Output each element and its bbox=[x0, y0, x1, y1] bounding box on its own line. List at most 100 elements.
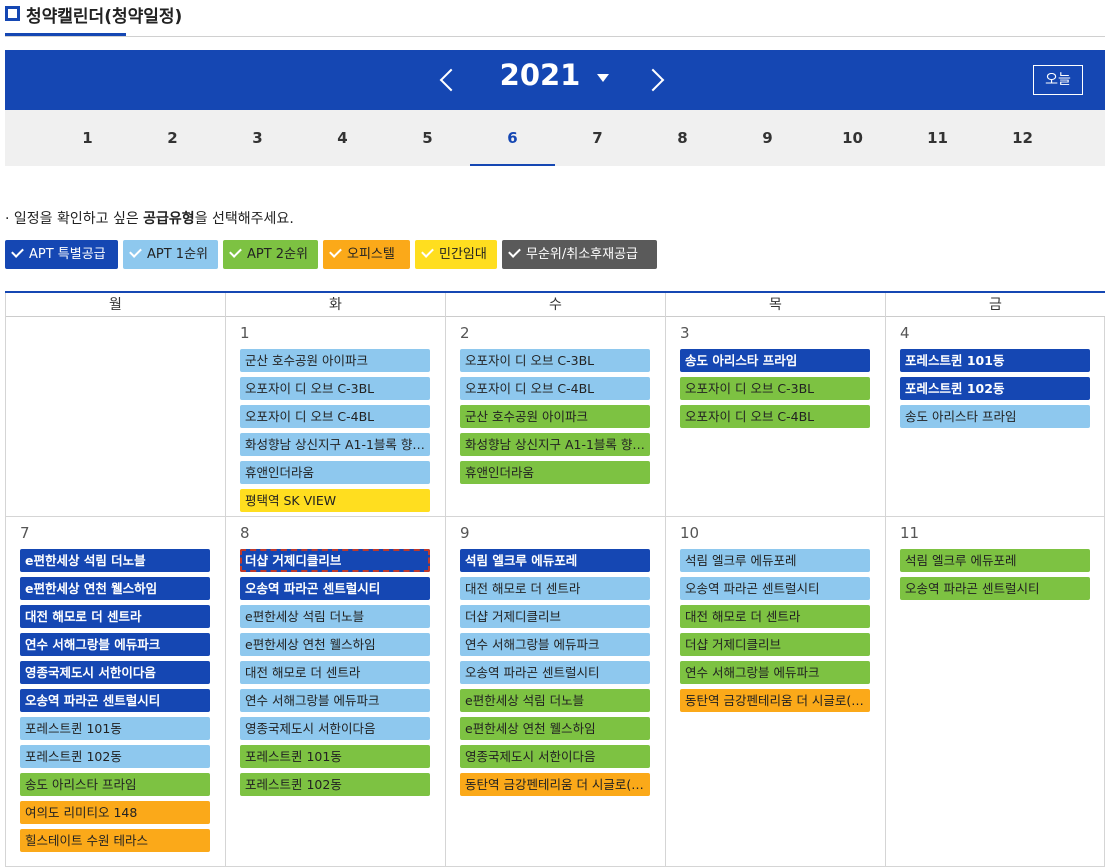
schedule-event[interactable]: 영종국제도시 서한이다음 bbox=[20, 661, 210, 684]
filter-2[interactable]: APT 2순위 bbox=[223, 240, 318, 269]
weekday-header: 수 bbox=[445, 293, 665, 317]
filter-3[interactable]: 오피스텔 bbox=[323, 240, 410, 269]
instruction-text: · 일정을 확인하고 싶은 bbox=[5, 211, 144, 227]
prev-year-chevron-icon[interactable] bbox=[439, 68, 463, 92]
month-tab-5[interactable]: 5 bbox=[385, 110, 470, 166]
schedule-event[interactable]: 더샵 거제디클리브 bbox=[680, 633, 870, 656]
schedule-event[interactable]: 휴앤인더라움 bbox=[240, 461, 430, 484]
page-title: 청약캘린더(청약일정) bbox=[26, 7, 183, 27]
title-square-icon bbox=[5, 6, 20, 21]
filter-label: APT 1순위 bbox=[147, 247, 208, 262]
schedule-event[interactable]: 평택역 SK VIEW bbox=[240, 489, 430, 512]
schedule-event[interactable]: e편한세상 연천 웰스하임 bbox=[460, 717, 650, 740]
calendar-day-cell: 10 석림 엘크루 에듀포레 오송역 파라곤 센트럴시티 대전 해모로 더 센트라 더샵… bbox=[665, 517, 885, 867]
schedule-event[interactable]: e편한세상 연천 웰스하임 bbox=[20, 577, 210, 600]
filter-label: 민간임대 bbox=[439, 247, 487, 262]
schedule-event[interactable]: e편한세상 석림 더노블 bbox=[460, 689, 650, 712]
schedule-event[interactable]: 화성향남 상신지구 A1-1블록 향… bbox=[240, 433, 430, 456]
schedule-event[interactable]: 대전 해모로 더 센트라 bbox=[460, 577, 650, 600]
month-tab-9[interactable]: 9 bbox=[725, 110, 810, 166]
schedule-event[interactable]: 송도 아리스타 프라임 bbox=[680, 349, 870, 372]
schedule-event[interactable]: 오포자이 디 오브 C-4BL bbox=[460, 377, 650, 400]
schedule-event[interactable]: 오포자이 디 오브 C-3BL bbox=[680, 377, 870, 400]
schedule-event[interactable]: 포레스트퀸 101동 bbox=[20, 717, 210, 740]
check-icon bbox=[229, 245, 242, 258]
day-number: 1 bbox=[240, 324, 250, 342]
weekday-header: 금 bbox=[885, 293, 1105, 317]
calendar-day-cell: 7 e편한세상 석림 더노블 e편한세상 연천 웰스하임 대전 해모로 더 센트라 연수… bbox=[5, 517, 225, 867]
schedule-event[interactable]: 오송역 파라곤 센트럴시티 bbox=[680, 577, 870, 600]
month-tab-4[interactable]: 4 bbox=[300, 110, 385, 166]
month-tab-6[interactable]: 6 bbox=[470, 110, 555, 166]
weekday-header: 목 bbox=[665, 293, 885, 317]
schedule-event[interactable]: 포레스트퀸 102동 bbox=[20, 745, 210, 768]
schedule-event[interactable]: 포레스트퀸 102동 bbox=[900, 377, 1090, 400]
schedule-event[interactable]: e편한세상 석림 더노블 bbox=[240, 605, 430, 628]
month-tab-3[interactable]: 3 bbox=[215, 110, 300, 166]
year-label[interactable]: 2021 bbox=[495, 58, 585, 92]
filter-4[interactable]: 민간임대 bbox=[415, 240, 497, 269]
day-number: 3 bbox=[680, 324, 690, 342]
schedule-event[interactable]: 연수 서해그랑블 에듀파크 bbox=[680, 661, 870, 684]
schedule-event[interactable]: 군산 호수공원 아이파크 bbox=[460, 405, 650, 428]
today-button[interactable]: 오늘 bbox=[1033, 65, 1083, 95]
schedule-event[interactable]: 연수 서해그랑블 에듀파크 bbox=[460, 633, 650, 656]
filter-1[interactable]: APT 1순위 bbox=[123, 240, 218, 269]
month-tab-7[interactable]: 7 bbox=[555, 110, 640, 166]
schedule-event[interactable]: 영종국제도시 서한이다음 bbox=[460, 745, 650, 768]
day-number: 4 bbox=[900, 324, 910, 342]
month-tabs: 1 2 3 4 5 6 7 8 9 10 11 12 bbox=[5, 110, 1105, 166]
month-tab-1[interactable]: 1 bbox=[45, 110, 130, 166]
month-tab-2[interactable]: 2 bbox=[130, 110, 215, 166]
schedule-event[interactable]: 연수 서해그랑블 에듀파크 bbox=[240, 689, 430, 712]
month-tab-11[interactable]: 11 bbox=[895, 110, 980, 166]
calendar-weekday-header: 월화수목금 bbox=[5, 291, 1105, 317]
schedule-event[interactable]: 대전 해모로 더 센트라 bbox=[240, 661, 430, 684]
calendar-day-cell: 11 석림 엘크루 에듀포레 오송역 파라곤 센트럴시티 bbox=[885, 517, 1105, 867]
schedule-event[interactable]: 오포자이 디 오브 C-4BL bbox=[680, 405, 870, 428]
schedule-event[interactable]: 화성향남 상신지구 A1-1블록 향… bbox=[460, 433, 650, 456]
next-year-chevron-icon[interactable] bbox=[641, 68, 665, 92]
schedule-event[interactable]: 군산 호수공원 아이파크 bbox=[240, 349, 430, 372]
schedule-event[interactable]: 포레스트퀸 101동 bbox=[240, 745, 430, 768]
schedule-event[interactable]: 오송역 파라곤 센트럴시티 bbox=[900, 577, 1090, 600]
schedule-event[interactable]: 더샵 거제디클리브 bbox=[460, 605, 650, 628]
schedule-event[interactable]: 포레스트퀸 102동 bbox=[240, 773, 430, 796]
schedule-event[interactable]: 오송역 파라곤 센트럴시티 bbox=[460, 661, 650, 684]
schedule-event[interactable]: 동탄역 금강펜테리움 더 시글로(… bbox=[460, 773, 650, 796]
year-dropdown-caret-icon[interactable] bbox=[597, 74, 609, 82]
schedule-event[interactable]: e편한세상 석림 더노블 bbox=[20, 549, 210, 572]
schedule-event[interactable]: 오포자이 디 오브 C-4BL bbox=[240, 405, 430, 428]
month-tab-12[interactable]: 12 bbox=[980, 110, 1065, 166]
month-tab-8[interactable]: 8 bbox=[640, 110, 725, 166]
schedule-event[interactable]: 오송역 파라곤 센트럴시티 bbox=[20, 689, 210, 712]
schedule-event[interactable]: 오포자이 디 오브 C-3BL bbox=[240, 377, 430, 400]
check-icon bbox=[129, 245, 142, 258]
schedule-event[interactable]: 동탄역 금강펜테리움 더 시글로(… bbox=[680, 689, 870, 712]
schedule-event[interactable]: 영종국제도시 서한이다음 bbox=[240, 717, 430, 740]
instruction-bold: 공급유형 bbox=[143, 211, 195, 227]
day-number: 9 bbox=[460, 524, 470, 542]
schedule-event[interactable]: 휴앤인더라움 bbox=[460, 461, 650, 484]
schedule-event[interactable]: 석림 엘크루 에듀포레 bbox=[460, 549, 650, 572]
schedule-event[interactable]: 포레스트퀸 101동 bbox=[900, 349, 1090, 372]
calendar-day-cell: 8 더샵 거제디클리브 오송역 파라곤 센트럴시티 e편한세상 석림 더노블 e편한세상… bbox=[225, 517, 445, 867]
schedule-event[interactable]: 연수 서해그랑블 에듀파크 bbox=[20, 633, 210, 656]
schedule-event[interactable]: 오포자이 디 오브 C-3BL bbox=[460, 349, 650, 372]
calendar-day-cell bbox=[5, 317, 225, 517]
schedule-event[interactable]: 석림 엘크루 에듀포레 bbox=[900, 549, 1090, 572]
schedule-event[interactable]: 송도 아리스타 프라임 bbox=[20, 773, 210, 796]
calendar-day-cell: 2 오포자이 디 오브 C-3BL 오포자이 디 오브 C-4BL 군산 호수공원 아… bbox=[445, 317, 665, 517]
schedule-event[interactable]: 송도 아리스타 프라임 bbox=[900, 405, 1090, 428]
schedule-event[interactable]: 대전 해모로 더 센트라 bbox=[680, 605, 870, 628]
schedule-event[interactable]: 힐스테이트 수원 테라스 bbox=[20, 829, 210, 852]
schedule-event[interactable]: 대전 해모로 더 센트라 bbox=[20, 605, 210, 628]
filter-5[interactable]: 무순위/취소후재공급 bbox=[502, 240, 657, 269]
month-tab-10[interactable]: 10 bbox=[810, 110, 895, 166]
schedule-event[interactable]: 석림 엘크루 에듀포레 bbox=[680, 549, 870, 572]
schedule-event[interactable]: 오송역 파라곤 센트럴시티 bbox=[240, 577, 430, 600]
schedule-event[interactable]: 여의도 리미티오 148 bbox=[20, 801, 210, 824]
filter-0[interactable]: APT 특별공급 bbox=[5, 240, 118, 269]
schedule-event[interactable]: e편한세상 연천 웰스하임 bbox=[240, 633, 430, 656]
schedule-event[interactable]: 더샵 거제디클리브 bbox=[240, 549, 430, 572]
